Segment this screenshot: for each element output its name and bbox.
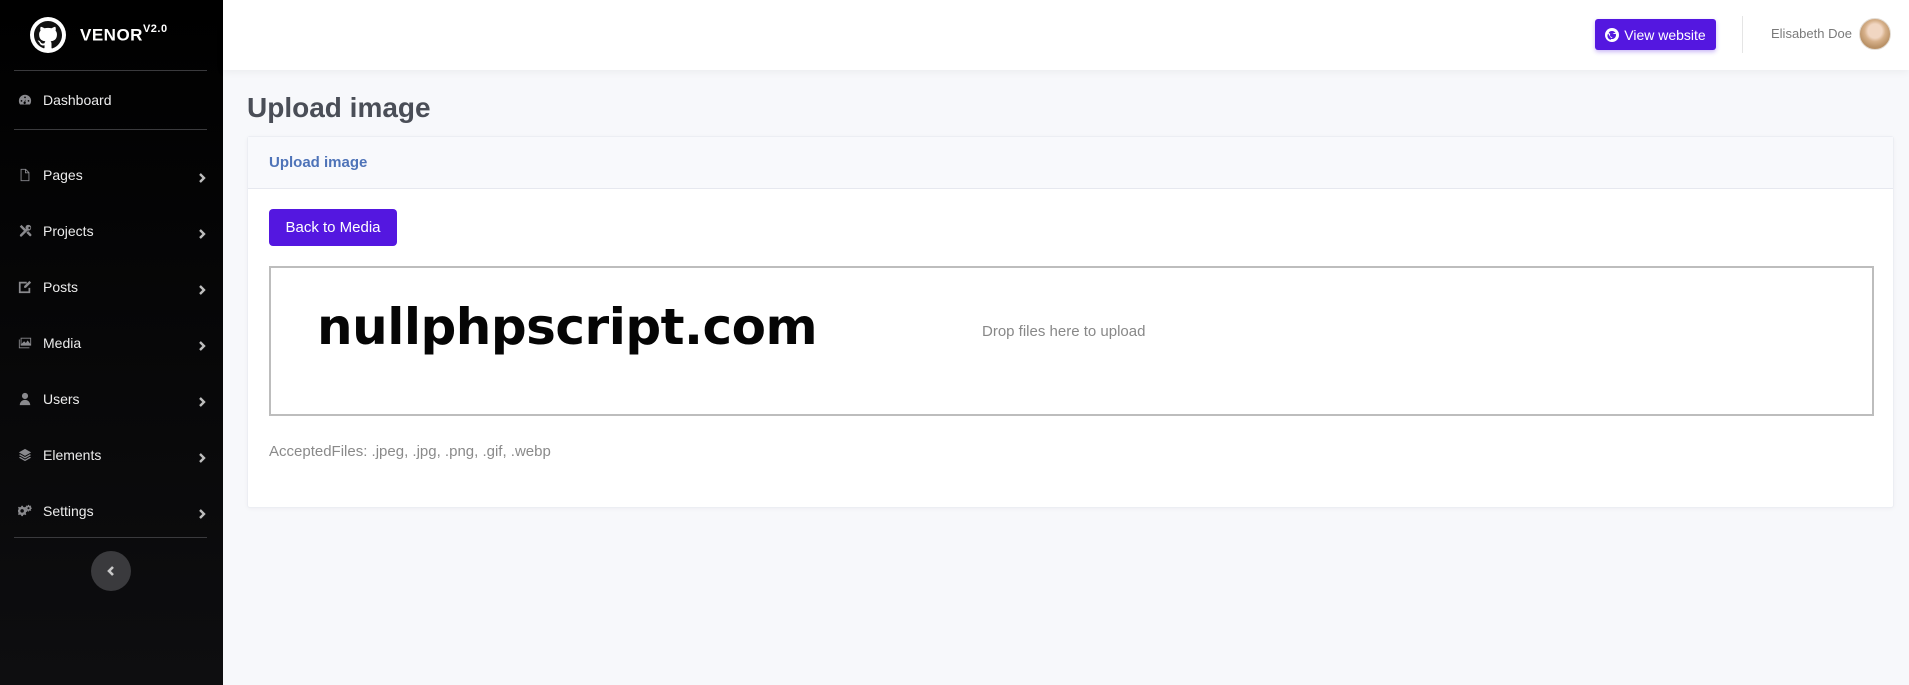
topbar-divider [1742,16,1743,53]
sidebar-item-label: Elements [43,447,102,463]
file-icon [16,167,33,184]
chrome-icon [1605,27,1620,42]
sidebar-item-label: Media [43,335,82,351]
sidebar-item-users[interactable]: Users [0,371,223,427]
view-website-button[interactable]: View website [1595,19,1716,50]
github-icon [30,17,66,53]
chevron-right-icon [197,226,207,239]
chevron-right-icon [197,506,207,519]
sidebar-divider [14,537,207,538]
sidebar-collapse-button[interactable] [91,551,131,591]
sidebar-item-posts[interactable]: Posts [0,259,223,315]
sidebar-item-media[interactable]: Media [0,315,223,371]
card-title: Upload image [248,137,1893,189]
sidebar-item-label: Pages [43,167,83,183]
accepted-files-text: AcceptedFiles: .jpeg, .jpg, .png, .gif, … [269,443,551,460]
sidebar-item-projects[interactable]: Projects [0,203,223,259]
sidebar-item-settings[interactable]: Settings [0,483,223,539]
sidebar-item-pages[interactable]: Pages [0,147,223,203]
chevron-right-icon [197,338,207,351]
chevron-right-icon [197,450,207,463]
dropzone-message: Drop files here to upload [982,323,1146,340]
sidebar-item-label: Posts [43,279,79,295]
brand-name: VENORV2.0 [80,22,168,45]
topbar: View website Elisabeth Doe [223,0,1909,70]
edit-icon [16,279,33,296]
sidebar-item-label: Dashboard [43,92,112,108]
user-icon [16,391,33,408]
page-title: Upload image [247,92,431,123]
back-to-media-button[interactable]: Back to Media [269,209,397,246]
chevron-left-icon [107,566,114,576]
view-website-label: View website [1624,26,1706,43]
user-name[interactable]: Elisabeth Doe [1771,26,1852,41]
sidebar-item-elements[interactable]: Elements [0,427,223,483]
sidebar-item-dashboard[interactable]: Dashboard [0,71,223,129]
tools-icon [16,223,33,240]
sidebar-item-label: Users [43,391,80,407]
chevron-right-icon [197,170,207,183]
layers-icon [16,447,33,464]
chevron-right-icon [197,282,207,295]
upload-card: Upload image Back to Media nullphpscript… [247,136,1894,508]
images-icon [16,335,33,352]
dashboard-icon [16,92,33,109]
brand[interactable]: VENORV2.0 [0,0,223,70]
upload-dropzone[interactable]: nullphpscript.com Drop files here to upl… [269,266,1874,416]
sidebar-divider [14,129,207,130]
sidebar-item-label: Settings [43,503,94,519]
cogs-icon [16,503,33,520]
chevron-right-icon [197,394,207,407]
sidebar-item-label: Projects [43,223,94,239]
avatar[interactable] [1859,18,1891,50]
sidebar: VENORV2.0 Dashboard Pages Projects Posts… [0,0,223,685]
watermark-text: nullphpscript.com [317,298,818,356]
